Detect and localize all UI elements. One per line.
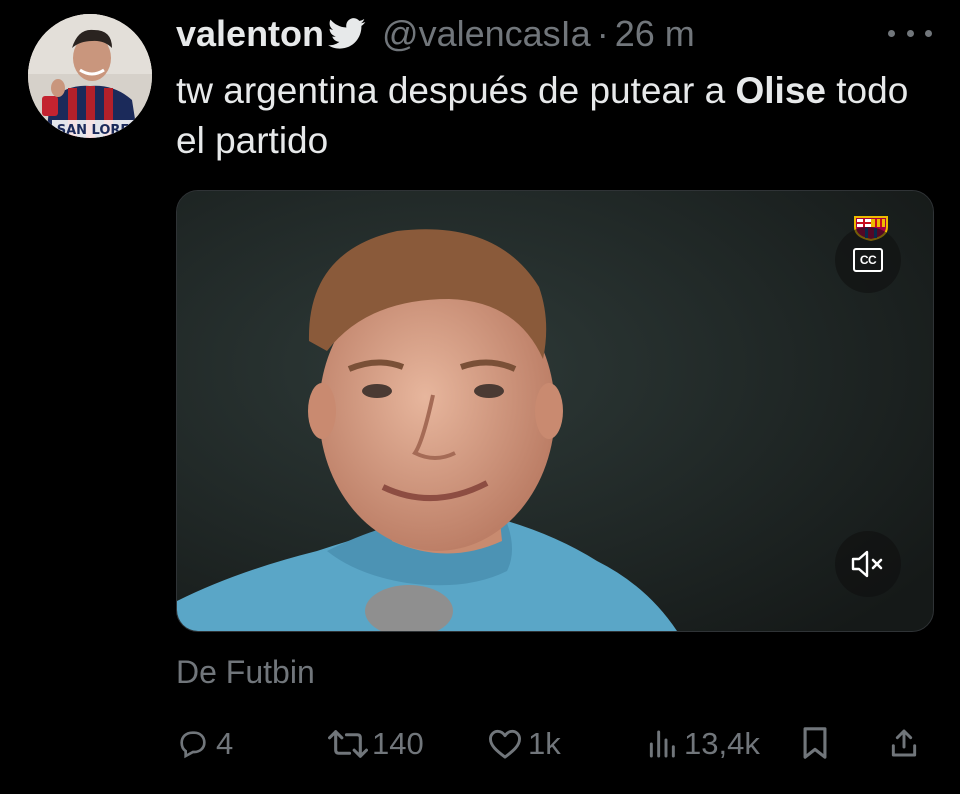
view-count: 13,4k xyxy=(684,726,760,761)
reply-button[interactable]: 4 xyxy=(176,726,233,762)
closed-captions-icon: CC xyxy=(853,248,883,272)
video-frame xyxy=(177,191,933,631)
user-handle[interactable]: @valencasIa xyxy=(382,13,591,55)
avatar-jersey-text: SAN LORE xyxy=(57,123,130,138)
more-icon[interactable] xyxy=(888,20,932,46)
retweet-count: 140 xyxy=(372,726,424,761)
video-player[interactable]: CC xyxy=(176,190,934,632)
display-name[interactable]: valenton xyxy=(176,13,324,55)
share-icon xyxy=(891,729,917,757)
avatar[interactable]: SAN LORE xyxy=(28,14,152,138)
bookmark-button[interactable] xyxy=(800,726,830,760)
tweet[interactable]: SAN LORE valenton @valencasIa · 26 m tw … xyxy=(0,0,960,794)
retweet-button[interactable]: 140 xyxy=(328,726,424,762)
tweet-text: tw argentina después de putear a Olise t… xyxy=(176,66,946,166)
closed-captions-button[interactable]: CC xyxy=(835,227,901,293)
reply-count: 4 xyxy=(216,726,234,761)
reply-icon xyxy=(180,731,206,759)
media-source[interactable]: De Futbin xyxy=(176,654,315,691)
views-button[interactable]: 13,4k xyxy=(646,726,760,762)
mute-button[interactable] xyxy=(835,531,901,597)
bookmark-icon xyxy=(803,727,827,759)
like-button[interactable]: 1k xyxy=(486,726,561,762)
separator: · xyxy=(596,13,609,54)
mute-icon xyxy=(851,550,883,578)
action-bar: 4 140 1k 13,4k xyxy=(176,724,932,768)
timestamp[interactable]: 26 m xyxy=(615,13,695,55)
tweet-header: valenton @valencasIa · 26 m xyxy=(176,12,695,56)
twitter-bird-icon xyxy=(328,17,368,51)
like-count: 1k xyxy=(528,726,561,761)
heart-icon xyxy=(489,729,521,759)
tweet-text-start: tw argentina después de putear a xyxy=(176,70,736,111)
retweet-icon xyxy=(328,730,368,758)
share-button[interactable] xyxy=(888,726,920,760)
mention-olise: Olise xyxy=(735,70,827,111)
views-icon xyxy=(649,730,675,758)
